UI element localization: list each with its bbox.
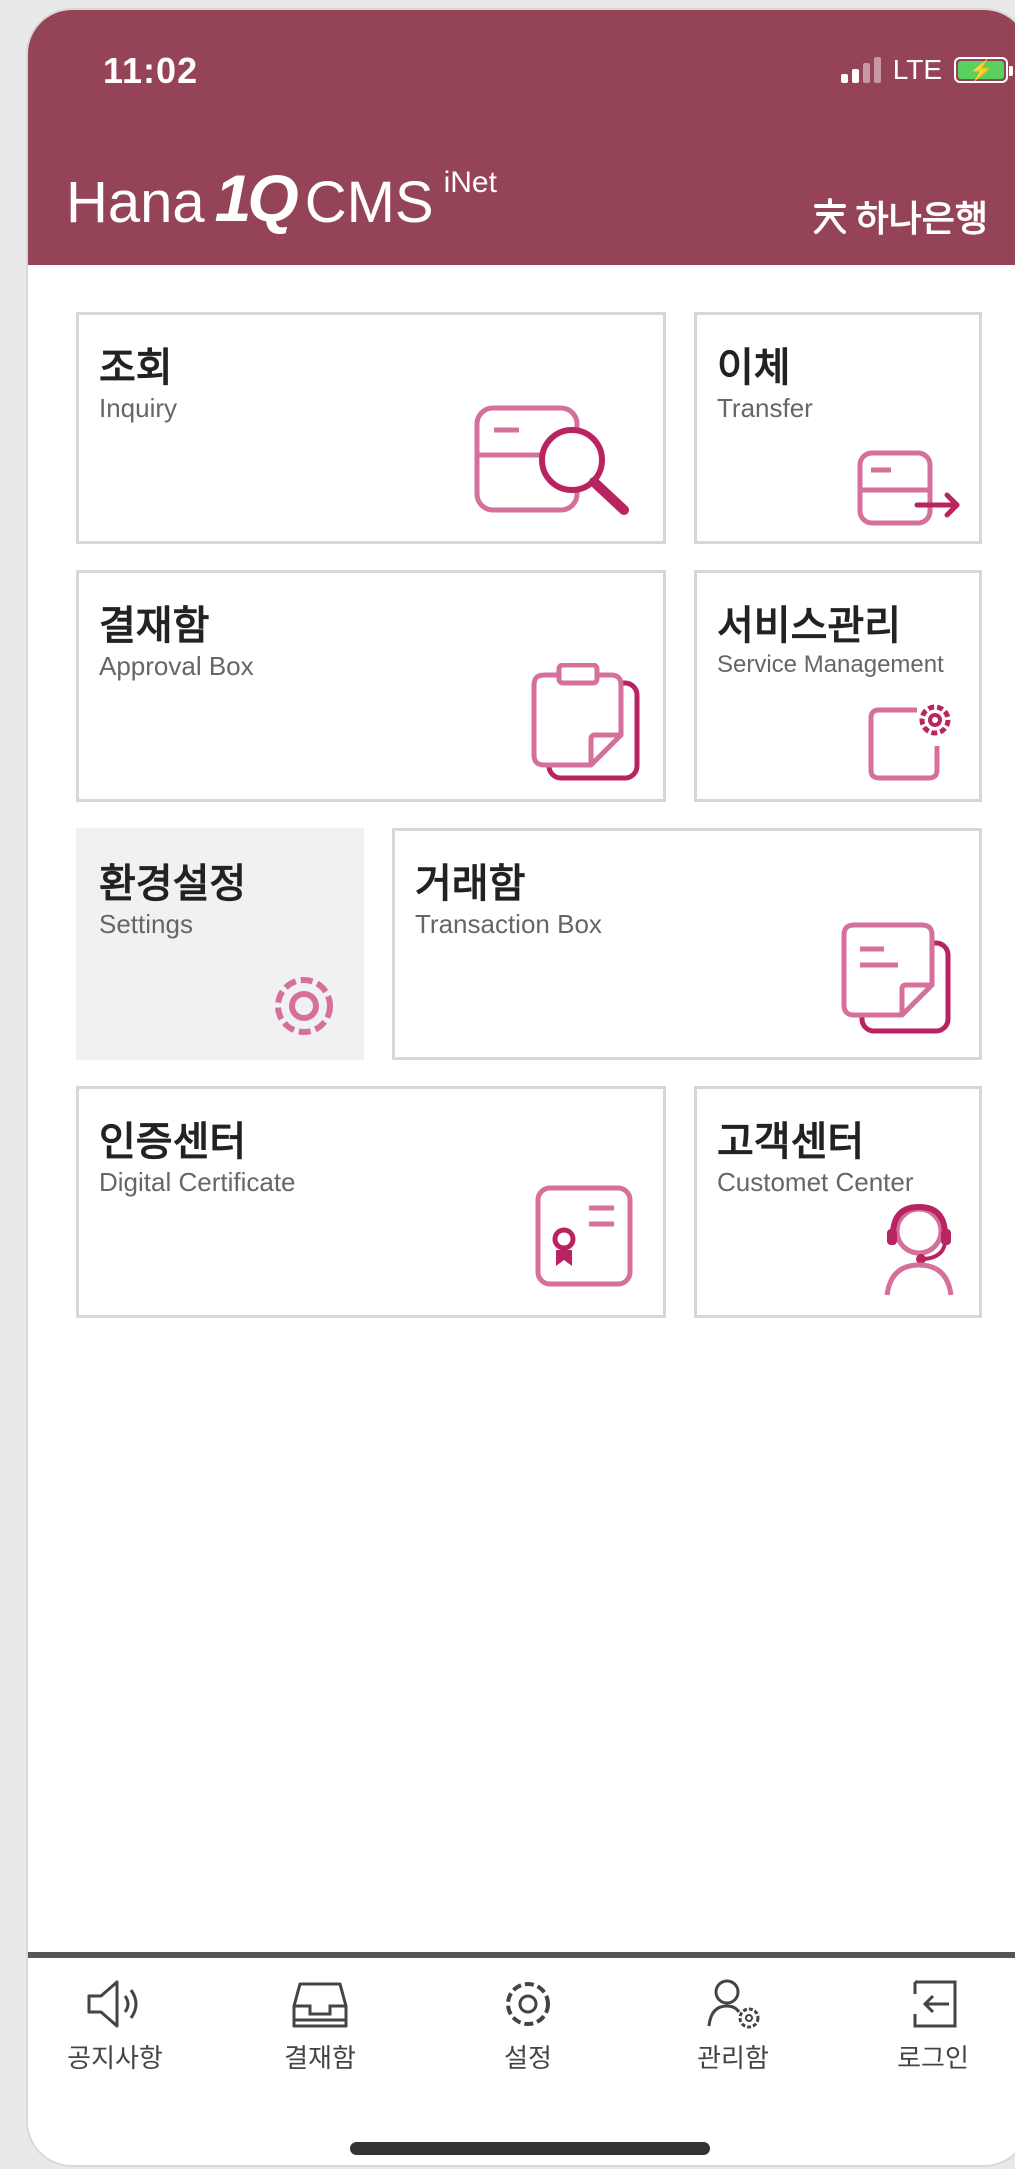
menu-tile-digital-certificate[interactable]: 인증센터 Digital Certificate (76, 1086, 666, 1318)
menu-tile-transfer[interactable]: 이체 Transfer (694, 312, 982, 544)
user-settings-icon (707, 1979, 760, 2029)
logo-mark: 1Q (214, 161, 299, 235)
nav-label: 관리함 (697, 2044, 769, 2074)
app-logo: Hana 1Q CMS iNet (66, 160, 497, 236)
inquiry-search-icon (474, 405, 629, 515)
status-time: 11:02 (103, 50, 199, 91)
network-label: LTE (892, 54, 942, 85)
tile-title: 환경설정 (99, 861, 247, 907)
menu-tile-customer-center[interactable]: 고객센터 Customet Center (694, 1086, 982, 1318)
tile-title: 거래함 (415, 861, 526, 907)
transfer-icon (857, 450, 960, 526)
nav-label: 결재함 (284, 2044, 356, 2074)
customer-support-icon (884, 1203, 954, 1296)
tile-title: 고객센터 (717, 1119, 865, 1165)
nav-label: 설정 (504, 2044, 552, 2074)
logo-brand: Hana (66, 170, 205, 235)
nav-login[interactable]: 로그인 (858, 1976, 1008, 2075)
tile-subtitle: Transaction Box (415, 909, 602, 939)
nav-notice[interactable]: 공지사항 (40, 1976, 190, 2075)
menu-tile-inquiry[interactable]: 조회 Inquiry (76, 312, 666, 544)
speaker-icon (87, 1980, 138, 2028)
battery-icon: ⚡ (954, 57, 1013, 83)
tile-title: 조회 (99, 345, 173, 391)
approval-box-icon (531, 663, 640, 781)
nav-settings[interactable]: 설정 (453, 1976, 603, 2075)
nav-approval[interactable]: 결재함 (245, 1976, 395, 2075)
tile-subtitle: Approval Box (99, 651, 254, 681)
menu-tile-settings[interactable]: 환경설정 Settings (76, 828, 364, 1060)
menu-tile-transaction-box[interactable]: 거래함 Transaction Box (392, 828, 982, 1060)
certificate-icon (535, 1185, 633, 1287)
logo-suffix: iNet (443, 166, 497, 199)
status-indicators: LTE ⚡ (840, 54, 1013, 86)
menu-tile-service-management[interactable]: 서비스관리 Service Management (694, 570, 982, 802)
service-management-icon (868, 704, 951, 781)
tile-subtitle: Inquiry (99, 393, 178, 423)
home-indicator[interactable] (350, 2142, 710, 2155)
gear-icon (275, 977, 333, 1035)
tile-subtitle: Customet Center (717, 1167, 914, 1197)
tile-title: 서비스관리 (717, 603, 901, 649)
tile-title: 이체 (717, 345, 791, 391)
bottom-navigation: 공지사항 결재함 설정 관리함 로그인 (28, 1952, 1015, 2165)
hana-bank-symbol-icon (813, 198, 846, 234)
tile-title: 인증센터 (99, 1119, 247, 1165)
logo-product: CMS (304, 170, 434, 235)
menu-tile-approval-box[interactable]: 결재함 Approval Box (76, 570, 666, 802)
app-header: 11:02 LTE ⚡ Hana 1Q CMS iNet 하나은행 (28, 10, 1015, 265)
nav-label: 공지사항 (67, 2044, 163, 2074)
nav-label: 로그인 (897, 2044, 969, 2074)
tile-subtitle: Digital Certificate (99, 1167, 296, 1197)
tile-subtitle: Transfer (717, 393, 813, 423)
inbox-icon (292, 1982, 348, 2028)
login-icon (913, 1980, 957, 2028)
signal-icon (840, 57, 881, 83)
tile-subtitle: Settings (99, 909, 193, 939)
transaction-box-icon (841, 922, 951, 1034)
tile-title: 결재함 (99, 603, 210, 649)
nav-management[interactable]: 관리함 (658, 1976, 808, 2075)
bank-logo: 하나은행 (810, 190, 988, 242)
bank-name: 하나은행 (855, 199, 988, 240)
gear-icon (506, 1982, 550, 2026)
tile-subtitle: Service Management (717, 651, 944, 678)
phone-screen: 11:02 LTE ⚡ Hana 1Q CMS iNet 하나은행 조회 Inq… (28, 10, 1015, 2165)
